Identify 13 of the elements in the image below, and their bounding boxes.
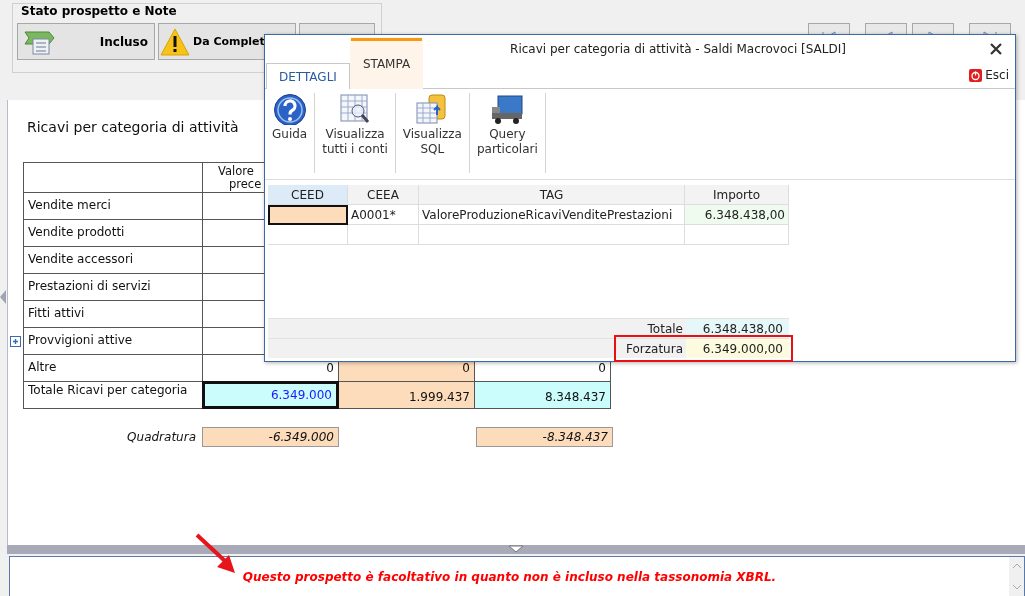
report-title: Ricavi per categoria di attività [27,119,239,137]
note-text: Questo prospetto è facoltativo in quanto non è incluso nella tassonomia XBRL. [241,569,778,586]
value-cell: -8.348.437 [476,427,613,447]
table-cell: ValoreProduzioneRicaviVenditePrestazioni [419,205,685,225]
row-label: Totale Ricavi per categoria [23,381,203,409]
value-cell: -6.349.000 [202,427,339,447]
dialog-title: Ricavi per categoria di attività - Saldi Macrovoci [SALDI] [509,41,847,56]
row-label: Quadratura [126,430,197,444]
total-label: Totale [646,320,684,338]
table-cell: 6.348.438,00 [685,205,789,225]
table-cell: A0001* [348,205,419,225]
group-title: Stato prospetto e Note [19,4,179,18]
total-label: Forzatura [625,340,684,358]
